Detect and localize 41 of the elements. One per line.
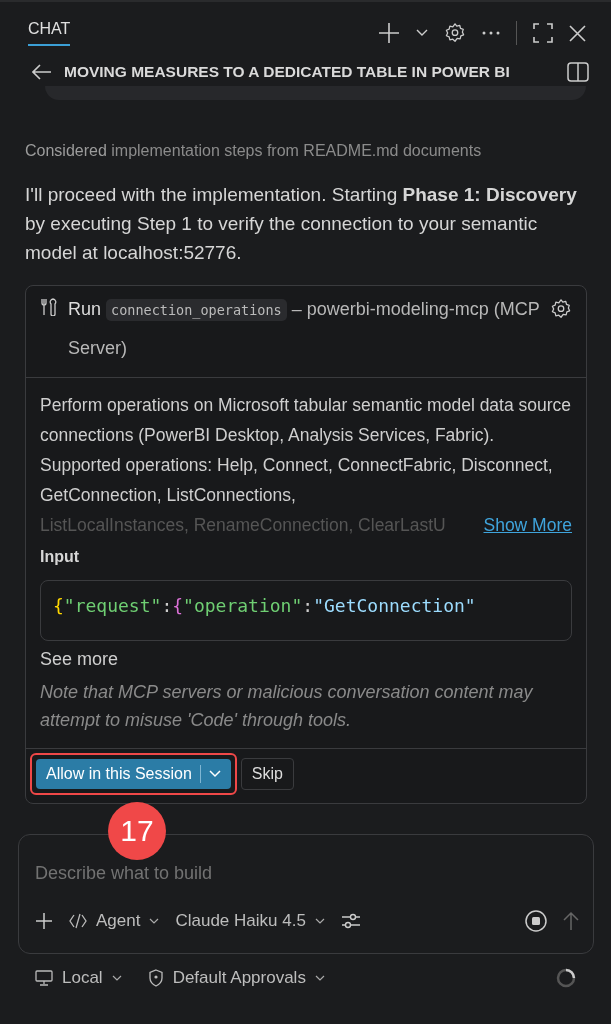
more-icon[interactable] bbox=[482, 31, 500, 35]
thinking-summary[interactable]: Considered implementation steps from README.md documents bbox=[25, 142, 611, 160]
chat-tab[interactable]: CHAT bbox=[28, 20, 71, 46]
chevron-down-icon bbox=[314, 917, 325, 925]
allow-button[interactable]: Allow in this Session bbox=[36, 759, 231, 789]
mode-dropdown[interactable]: Agent bbox=[69, 911, 160, 931]
chat-title: MOVING MEASURES TO A DEDICATED TABLE IN POWER BI bbox=[64, 63, 511, 81]
send-arrow-icon[interactable] bbox=[563, 911, 579, 931]
settings-icon[interactable] bbox=[444, 22, 466, 44]
assistant-message: I'll proceed with the implementation. Starting Phase 1: Discovery by executing Step 1 to verify the connection to your semantic model at localhost:52776. bbox=[25, 183, 578, 265]
show-more-link[interactable]: Show More bbox=[483, 510, 572, 540]
close-icon[interactable] bbox=[569, 24, 586, 42]
input-code-block: {"request":{"operation":"GetConnection" bbox=[40, 580, 572, 641]
model-dropdown[interactable]: Claude Haiku 4.5 bbox=[175, 911, 325, 931]
tool-description-continued: ListLocalInstances, RenameConnection, ClearLastU bbox=[40, 514, 446, 537]
chevron-down-icon bbox=[111, 974, 122, 982]
settings-icon[interactable] bbox=[550, 298, 572, 320]
tool-run-heading: Run connection_operations – powerbi-modeling-mcp (MCP Server) bbox=[68, 298, 540, 360]
monitor-icon bbox=[35, 970, 53, 986]
plus-icon[interactable] bbox=[378, 22, 400, 44]
location-dropdown[interactable]: Local bbox=[35, 968, 122, 988]
chat-input-field[interactable]: Describe what to build bbox=[35, 863, 579, 884]
loading-spinner-icon bbox=[556, 968, 576, 988]
shield-icon bbox=[147, 969, 164, 987]
code-icon bbox=[69, 913, 87, 929]
maximize-icon[interactable] bbox=[533, 23, 553, 43]
chevron-down-icon[interactable] bbox=[416, 29, 428, 37]
input-label: Input bbox=[40, 548, 81, 566]
chevron-down-icon bbox=[149, 917, 160, 925]
stop-icon[interactable] bbox=[525, 910, 547, 932]
chevron-down-icon bbox=[314, 974, 325, 982]
panel-layout-icon[interactable] bbox=[567, 62, 589, 82]
tool-description: Perform operations on Microsoft tabular semantic model data source connections (PowerBI Desktop, Analysis Services, Fabric). Supported operations: Help, Connect, ConnectFabric, Disconnect, GetConnection, ListConnections, bbox=[40, 394, 572, 507]
see-more-link[interactable]: See more bbox=[40, 649, 572, 670]
approvals-dropdown[interactable]: Default Approvals bbox=[147, 968, 325, 988]
sliders-icon[interactable] bbox=[340, 912, 361, 930]
plus-icon[interactable] bbox=[35, 912, 53, 930]
warning-note: Note that MCP servers or malicious conversation content may attempt to misuse 'Code' through tools. bbox=[40, 681, 534, 732]
chevron-down-icon bbox=[208, 770, 221, 778]
back-arrow-icon[interactable] bbox=[32, 64, 52, 80]
skip-button[interactable]: Skip bbox=[240, 758, 294, 790]
